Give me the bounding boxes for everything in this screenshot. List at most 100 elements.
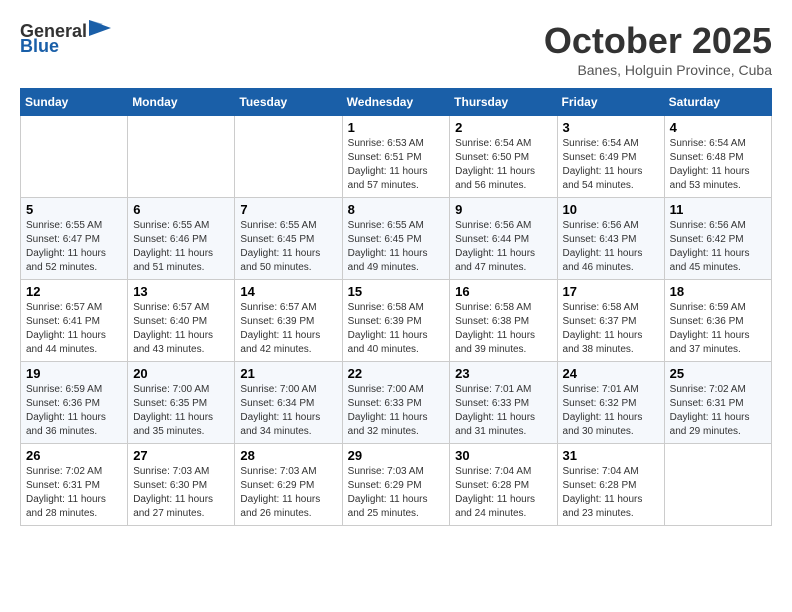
cell-daylight-info: Sunrise: 7:02 AM Sunset: 6:31 PM Dayligh… — [670, 383, 766, 439]
calendar-cell: 8 Sunrise: 6:55 AM Sunset: 6:45 PM Daylig… — [342, 198, 450, 280]
cell-daylight-info: Sunrise: 7:03 AM Sunset: 6:29 PM Dayligh… — [348, 465, 445, 521]
cell-day-number: 7 — [240, 202, 336, 217]
weekday-header-monday: Monday — [128, 89, 235, 116]
cell-day-number: 24 — [563, 366, 659, 381]
cell-day-number: 15 — [348, 284, 445, 299]
calendar-cell: 20 Sunrise: 7:00 AM Sunset: 6:35 PM Dayli… — [128, 362, 235, 444]
cell-daylight-info: Sunrise: 7:01 AM Sunset: 6:33 PM Dayligh… — [455, 383, 551, 439]
logo-flag-icon — [89, 20, 111, 38]
weekday-header-thursday: Thursday — [450, 89, 557, 116]
cell-daylight-info: Sunrise: 6:59 AM Sunset: 6:36 PM Dayligh… — [26, 383, 122, 439]
cell-daylight-info: Sunrise: 7:03 AM Sunset: 6:30 PM Dayligh… — [133, 465, 229, 521]
cell-day-number: 28 — [240, 448, 336, 463]
calendar-cell: 26Sunrise: 7:02 AM Sunset: 6:31 PM Dayli… — [21, 444, 128, 526]
calendar-cell: 6Sunrise: 6:55 AM Sunset: 6:46 PM Daylig… — [128, 198, 235, 280]
cell-daylight-info: Sunrise: 7:00 AM Sunset: 6:34 PM Dayligh… — [240, 383, 336, 439]
calendar-cell: 30 Sunrise: 7:04 AM Sunset: 6:28 PM Dayli… — [450, 444, 557, 526]
cell-day-number: 31 — [563, 448, 659, 463]
cell-day-number: 8 — [348, 202, 445, 217]
cell-day-number: 27 — [133, 448, 229, 463]
cell-day-number: 26 — [26, 448, 122, 463]
month-title: October 2025 — [544, 20, 772, 62]
cell-daylight-info: Sunrise: 6:54 AM Sunset: 6:48 PM Dayligh… — [670, 137, 766, 193]
cell-daylight-info: Sunrise: 6:59 AM Sunset: 6:36 PM Dayligh… — [670, 301, 766, 357]
cell-day-number: 3 — [563, 120, 659, 135]
cell-daylight-info: Sunrise: 6:56 AM Sunset: 6:44 PM Dayligh… — [455, 219, 551, 275]
calendar-cell — [128, 116, 235, 198]
cell-day-number: 29 — [348, 448, 445, 463]
calendar-cell: 9 Sunrise: 6:56 AM Sunset: 6:44 PM Daylig… — [450, 198, 557, 280]
cell-daylight-info: Sunrise: 6:58 AM Sunset: 6:38 PM Dayligh… — [455, 301, 551, 357]
calendar-cell: 3Sunrise: 6:54 AM Sunset: 6:49 PM Daylig… — [557, 116, 664, 198]
calendar-cell: 12Sunrise: 6:57 AM Sunset: 6:41 PM Dayli… — [21, 280, 128, 362]
cell-day-number: 23 — [455, 366, 551, 381]
calendar-cell: 28Sunrise: 7:03 AM Sunset: 6:29 PM Dayli… — [235, 444, 342, 526]
calendar-cell: 22 Sunrise: 7:00 AM Sunset: 6:33 PM Dayli… — [342, 362, 450, 444]
cell-daylight-info: Sunrise: 6:55 AM Sunset: 6:45 PM Dayligh… — [240, 219, 336, 275]
calendar-cell: 13 Sunrise: 6:57 AM Sunset: 6:40 PM Dayli… — [128, 280, 235, 362]
calendar-week-row: 19 Sunrise: 6:59 AM Sunset: 6:36 PM Dayli… — [21, 362, 772, 444]
location-subtitle: Banes, Holguin Province, Cuba — [544, 62, 772, 78]
logo: General Blue — [20, 20, 111, 57]
cell-day-number: 30 — [455, 448, 551, 463]
calendar-cell: 31Sunrise: 7:04 AM Sunset: 6:28 PM Dayli… — [557, 444, 664, 526]
title-section: October 2025 Banes, Holguin Province, Cu… — [544, 20, 772, 78]
cell-day-number: 20 — [133, 366, 229, 381]
calendar-cell: 24 Sunrise: 7:01 AM Sunset: 6:32 PM Dayli… — [557, 362, 664, 444]
cell-day-number: 18 — [670, 284, 766, 299]
calendar-week-row: 5Sunrise: 6:55 AM Sunset: 6:47 PM Daylig… — [21, 198, 772, 280]
cell-daylight-info: Sunrise: 6:56 AM Sunset: 6:43 PM Dayligh… — [563, 219, 659, 275]
calendar-cell: 10 Sunrise: 6:56 AM Sunset: 6:43 PM Dayli… — [557, 198, 664, 280]
cell-day-number: 5 — [26, 202, 122, 217]
calendar-cell: 16 Sunrise: 6:58 AM Sunset: 6:38 PM Dayli… — [450, 280, 557, 362]
cell-daylight-info: Sunrise: 6:56 AM Sunset: 6:42 PM Dayligh… — [670, 219, 766, 275]
weekday-header-tuesday: Tuesday — [235, 89, 342, 116]
cell-day-number: 9 — [455, 202, 551, 217]
cell-daylight-info: Sunrise: 6:57 AM Sunset: 6:41 PM Dayligh… — [26, 301, 122, 357]
weekday-header-friday: Friday — [557, 89, 664, 116]
calendar-week-row: 1Sunrise: 6:53 AM Sunset: 6:51 PM Daylig… — [21, 116, 772, 198]
page-header: General Blue October 2025 Banes, Holguin… — [20, 20, 772, 78]
cell-daylight-info: Sunrise: 6:55 AM Sunset: 6:45 PM Dayligh… — [348, 219, 445, 275]
weekday-header-saturday: Saturday — [664, 89, 771, 116]
cell-daylight-info: Sunrise: 6:53 AM Sunset: 6:51 PM Dayligh… — [348, 137, 445, 193]
calendar-week-row: 26Sunrise: 7:02 AM Sunset: 6:31 PM Dayli… — [21, 444, 772, 526]
calendar-cell — [21, 116, 128, 198]
calendar-cell: 17 Sunrise: 6:58 AM Sunset: 6:37 PM Dayli… — [557, 280, 664, 362]
logo-blue: Blue — [20, 36, 59, 57]
calendar-cell: 2 Sunrise: 6:54 AM Sunset: 6:50 PM Daylig… — [450, 116, 557, 198]
calendar-cell: 4 Sunrise: 6:54 AM Sunset: 6:48 PM Daylig… — [664, 116, 771, 198]
cell-daylight-info: Sunrise: 6:55 AM Sunset: 6:46 PM Dayligh… — [133, 219, 229, 275]
calendar-week-row: 12Sunrise: 6:57 AM Sunset: 6:41 PM Dayli… — [21, 280, 772, 362]
cell-day-number: 16 — [455, 284, 551, 299]
calendar-cell: 21 Sunrise: 7:00 AM Sunset: 6:34 PM Dayli… — [235, 362, 342, 444]
calendar-cell: 1Sunrise: 6:53 AM Sunset: 6:51 PM Daylig… — [342, 116, 450, 198]
cell-day-number: 4 — [670, 120, 766, 135]
calendar-cell: 15 Sunrise: 6:58 AM Sunset: 6:39 PM Dayli… — [342, 280, 450, 362]
cell-day-number: 10 — [563, 202, 659, 217]
cell-daylight-info: Sunrise: 6:57 AM Sunset: 6:40 PM Dayligh… — [133, 301, 229, 357]
cell-daylight-info: Sunrise: 6:58 AM Sunset: 6:39 PM Dayligh… — [348, 301, 445, 357]
cell-daylight-info: Sunrise: 6:58 AM Sunset: 6:37 PM Dayligh… — [563, 301, 659, 357]
calendar-cell: 5Sunrise: 6:55 AM Sunset: 6:47 PM Daylig… — [21, 198, 128, 280]
cell-day-number: 21 — [240, 366, 336, 381]
calendar-cell: 19 Sunrise: 6:59 AM Sunset: 6:36 PM Dayli… — [21, 362, 128, 444]
weekday-header-sunday: Sunday — [21, 89, 128, 116]
calendar-cell: 27 Sunrise: 7:03 AM Sunset: 6:30 PM Dayli… — [128, 444, 235, 526]
calendar-cell: 14Sunrise: 6:57 AM Sunset: 6:39 PM Dayli… — [235, 280, 342, 362]
cell-daylight-info: Sunrise: 7:01 AM Sunset: 6:32 PM Dayligh… — [563, 383, 659, 439]
cell-day-number: 17 — [563, 284, 659, 299]
cell-day-number: 11 — [670, 202, 766, 217]
cell-daylight-info: Sunrise: 6:54 AM Sunset: 6:50 PM Dayligh… — [455, 137, 551, 193]
cell-day-number: 13 — [133, 284, 229, 299]
cell-day-number: 22 — [348, 366, 445, 381]
cell-day-number: 19 — [26, 366, 122, 381]
cell-day-number: 2 — [455, 120, 551, 135]
cell-daylight-info: Sunrise: 7:00 AM Sunset: 6:33 PM Dayligh… — [348, 383, 445, 439]
calendar-table: SundayMondayTuesdayWednesdayThursdayFrid… — [20, 88, 772, 526]
calendar-cell: 7 Sunrise: 6:55 AM Sunset: 6:45 PM Daylig… — [235, 198, 342, 280]
cell-day-number: 14 — [240, 284, 336, 299]
cell-daylight-info: Sunrise: 7:00 AM Sunset: 6:35 PM Dayligh… — [133, 383, 229, 439]
cell-day-number: 25 — [670, 366, 766, 381]
cell-daylight-info: Sunrise: 7:04 AM Sunset: 6:28 PM Dayligh… — [455, 465, 551, 521]
